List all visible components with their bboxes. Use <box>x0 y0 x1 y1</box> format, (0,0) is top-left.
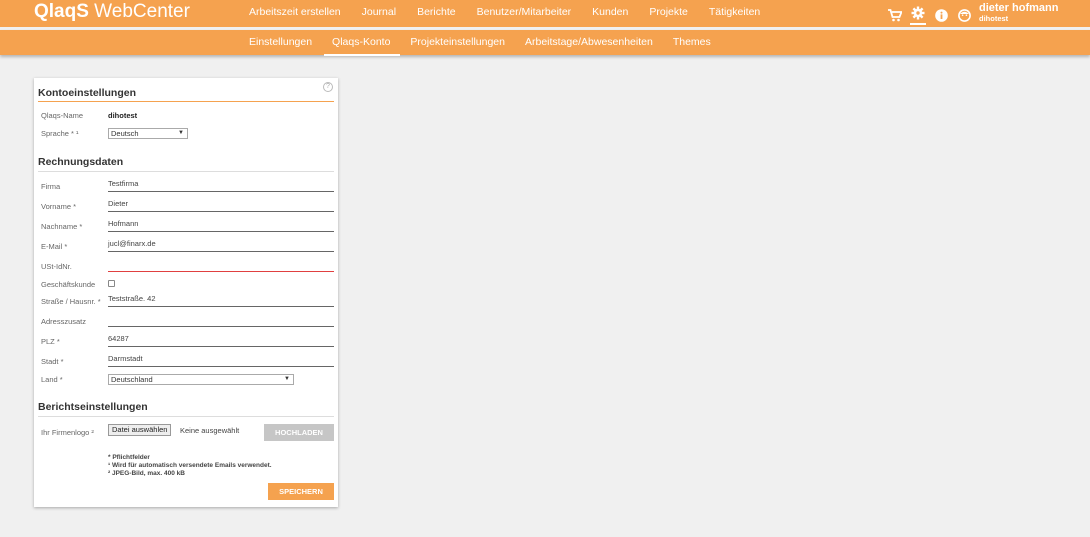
language-label: Sprache * ¹ <box>41 129 79 138</box>
tab-projekteinstellungen[interactable]: Projekteinstellungen <box>410 30 505 54</box>
lastname-underline <box>108 231 334 232</box>
company-input[interactable]: Testfirma <box>108 179 138 188</box>
note-email: ¹ Wird für automatisch versendete Emails… <box>108 462 272 469</box>
vat-underline <box>108 271 334 272</box>
upload-button[interactable]: HOCHLADEN <box>264 424 334 441</box>
sub-navbar: Einstellungen Qlaqs-Konto Projekteinstel… <box>0 30 1090 56</box>
nav-projekte[interactable]: Projekte <box>649 0 688 27</box>
qlaqs-name-value: dihotest <box>108 111 138 120</box>
business-customer-label: Geschäftskunde <box>41 280 96 289</box>
chevron-down-icon: ▼ <box>178 130 184 136</box>
firstname-input[interactable]: Dieter <box>108 199 128 208</box>
section-title-konto: Kontoeinstellungen <box>38 87 136 99</box>
top-navbar: QlaqS WebCenter Arbeitszeit erstellen Jo… <box>0 0 1090 27</box>
nav-arbeitszeit[interactable]: Arbeitszeit erstellen <box>249 0 341 27</box>
user-menu[interactable]: dieter hofmann dihotest <box>979 2 1059 24</box>
lastname-label: Nachname * <box>41 222 83 231</box>
no-file-text: Keine ausgewählt <box>180 426 240 435</box>
street-input[interactable]: Teststraße. 42 <box>108 294 156 303</box>
note-jpeg: ² JPEG-Bild, max. 400 kB <box>108 470 185 477</box>
address2-underline <box>108 326 334 327</box>
cart-icon[interactable] <box>887 7 903 23</box>
language-select[interactable]: Deutsch ▼ <box>108 128 188 139</box>
vat-label: USt-IdNr. <box>41 262 72 271</box>
tab-themes[interactable]: Themes <box>673 30 711 54</box>
email-label: E-Mail * <box>41 242 68 251</box>
country-select[interactable]: Deutschland ▼ <box>108 374 294 385</box>
info-icon[interactable] <box>933 7 949 23</box>
firstname-label: Vorname * <box>41 202 77 211</box>
city-input[interactable]: Darmstadt <box>108 354 143 363</box>
nav-taetigkeiten[interactable]: Tätigkeiten <box>709 0 760 27</box>
qlaqs-name-label: Qlaqs-Name <box>41 111 84 120</box>
logo-label: Ihr Firmenlogo ² <box>41 428 94 437</box>
firstname-underline <box>108 211 334 212</box>
section-title-berichte: Berichtseinstellungen <box>38 401 148 413</box>
tab-einstellungen[interactable]: Einstellungen <box>249 30 312 54</box>
main-nav: Arbeitszeit erstellen Journal Berichte B… <box>249 0 781 27</box>
address2-label: Adresszusatz <box>41 317 87 326</box>
user-login: dihotest <box>979 14 1009 23</box>
chevron-down-icon: ▼ <box>284 376 290 382</box>
nav-kunden[interactable]: Kunden <box>592 0 628 27</box>
gear-icon[interactable] <box>910 5 926 25</box>
nav-berichte[interactable]: Berichte <box>417 0 456 27</box>
city-label: Stadt * <box>41 357 64 366</box>
save-button[interactable]: SPEICHERN <box>268 483 334 500</box>
user-face-icon[interactable] <box>956 7 972 23</box>
nav-journal[interactable]: Journal <box>362 0 396 27</box>
city-underline <box>108 366 334 367</box>
email-underline <box>108 251 334 252</box>
section-title-rechnung: Rechnungsdaten <box>38 156 124 168</box>
street-label: Straße / Hausnr. * <box>41 297 101 306</box>
section-divider <box>38 171 334 172</box>
zip-underline <box>108 346 334 347</box>
street-underline <box>108 306 334 307</box>
brand-logo[interactable]: QlaqS WebCenter <box>34 1 190 23</box>
tab-qlaqs-konto[interactable]: Qlaqs-Konto <box>323 30 401 56</box>
note-required: * Pflichtfelder <box>108 454 150 461</box>
nav-benutzer[interactable]: Benutzer/Mitarbeiter <box>477 0 572 27</box>
zip-label: PLZ * <box>41 337 60 346</box>
email-input[interactable]: jucl@finarx.de <box>108 239 156 248</box>
zip-input[interactable]: 64287 <box>108 334 129 343</box>
country-label: Land * <box>41 375 63 384</box>
tab-arbeitstage[interactable]: Arbeitstage/Abwesenheiten <box>525 30 653 54</box>
company-label: Firma <box>41 182 61 191</box>
section-divider <box>38 416 334 417</box>
company-underline <box>108 191 334 192</box>
account-settings-card: ? Kontoeinstellungen Qlaqs-Name dihotest… <box>34 78 338 507</box>
help-icon[interactable]: ? <box>323 82 333 92</box>
business-customer-checkbox[interactable] <box>108 280 115 287</box>
lastname-input[interactable]: Hofmann <box>108 219 138 228</box>
user-name: dieter hofmann <box>979 2 1059 14</box>
section-divider <box>38 101 334 102</box>
choose-file-button[interactable]: Datei auswählen <box>108 424 172 436</box>
